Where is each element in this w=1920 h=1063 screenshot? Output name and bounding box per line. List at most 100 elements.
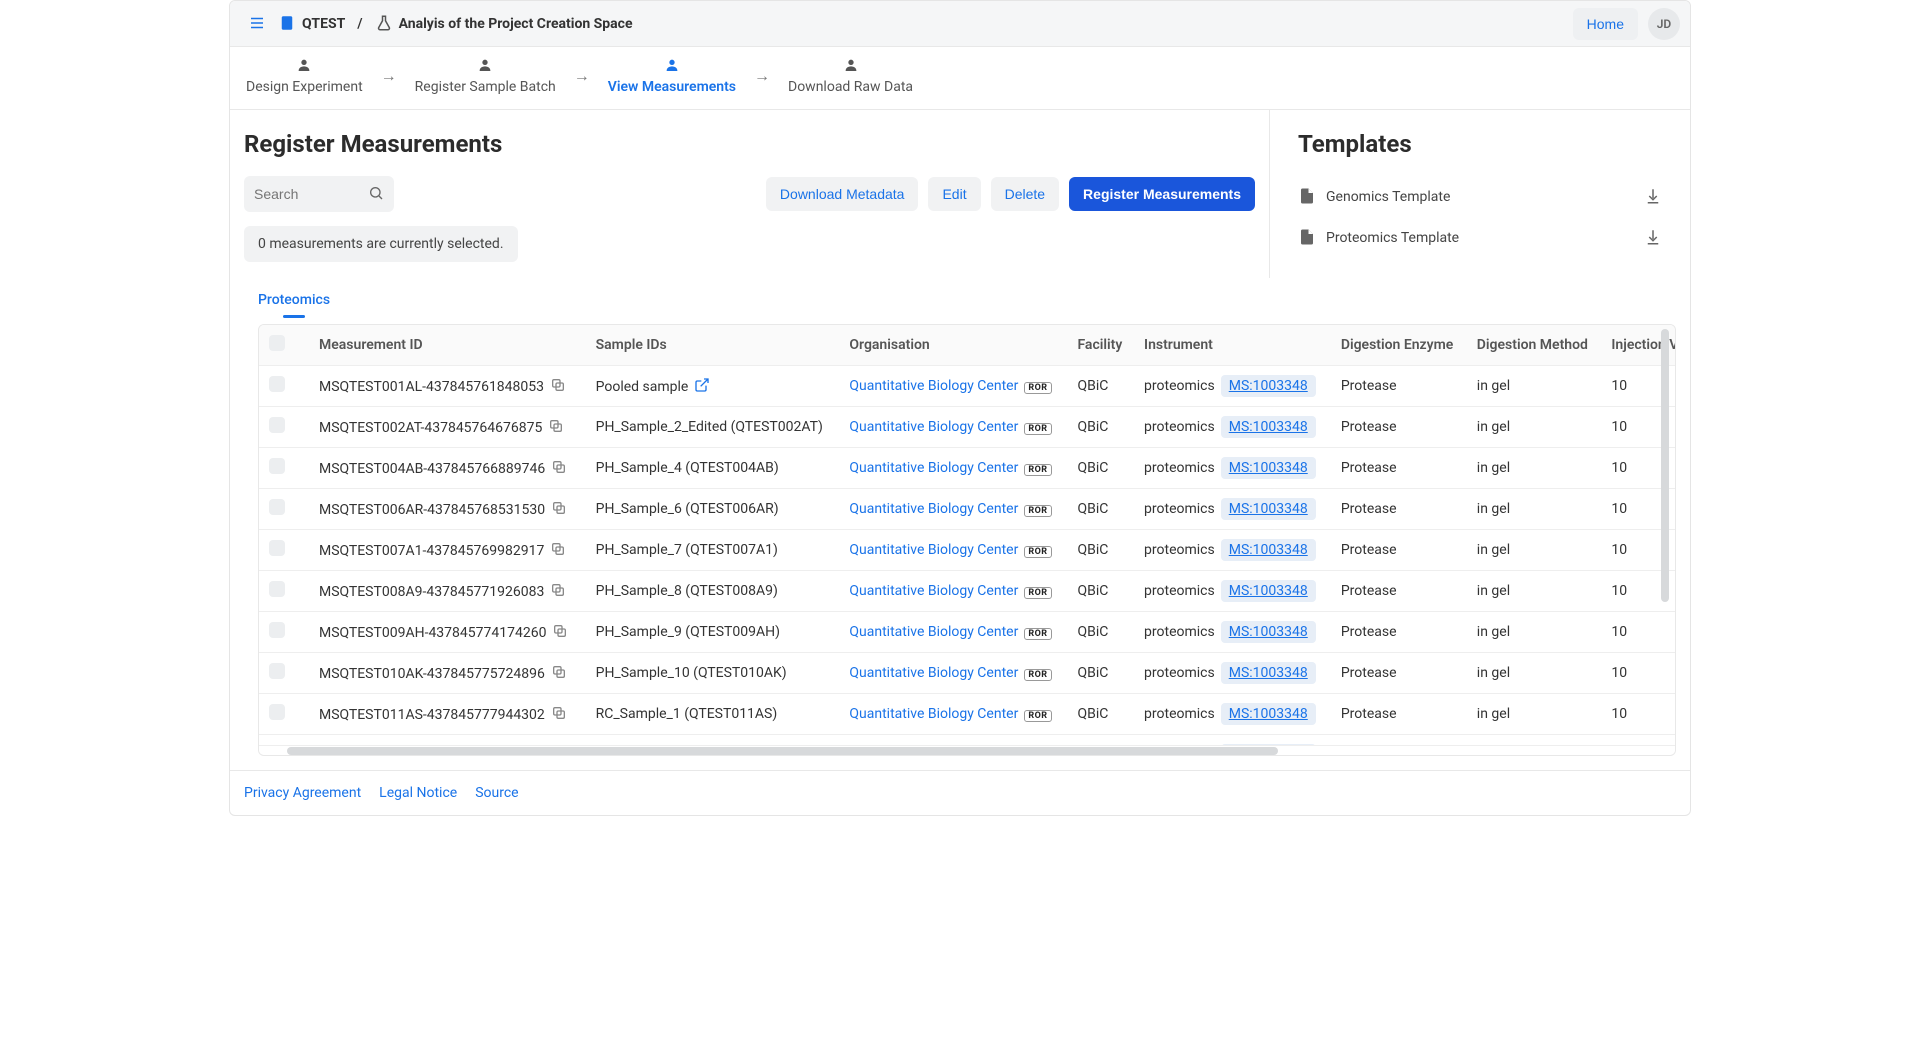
table-scroll[interactable]: Measurement IDSample IDsOrganisationFaci… <box>259 325 1675 745</box>
copy-icon[interactable] <box>551 502 567 518</box>
instrument-chip[interactable]: MS:1003348 <box>1221 375 1316 397</box>
organisation-link[interactable]: Quantitative Biology Center <box>849 706 1018 722</box>
footer-source-link[interactable]: Source <box>475 785 518 801</box>
organisation-link[interactable]: Quantitative Biology Center <box>849 378 1018 394</box>
row-checkbox[interactable] <box>269 417 285 433</box>
row-checkbox[interactable] <box>269 622 285 638</box>
instrument-chip[interactable]: MS:1003348 <box>1221 539 1316 561</box>
copy-icon[interactable] <box>548 420 564 436</box>
person-icon <box>477 57 493 75</box>
template-row: Proteomics Template <box>1298 217 1662 258</box>
column-digestion-enzyme[interactable]: Digestion Enzyme <box>1331 325 1467 366</box>
organisation-link[interactable]: Quantitative Biology Center <box>849 460 1018 476</box>
stepper: Design Experiment→Register Sample Batch→… <box>230 47 1690 110</box>
footer-legal-link[interactable]: Legal Notice <box>379 785 457 801</box>
row-checkbox[interactable] <box>269 499 285 515</box>
copy-icon[interactable] <box>550 543 566 559</box>
cell-digestion-enzyme: Protease <box>1331 653 1467 694</box>
download-icon[interactable] <box>1644 228 1662 247</box>
table-row: MSQTEST002AT-437845764676875PH_Sample_2_… <box>259 407 1675 448</box>
column-organisation[interactable]: Organisation <box>839 325 1067 366</box>
tab-proteomics[interactable]: Proteomics <box>258 292 330 318</box>
organisation-link[interactable]: Quantitative Biology Center <box>849 501 1018 517</box>
home-button[interactable]: Home <box>1573 8 1638 40</box>
ror-badge-icon: ROR <box>1024 628 1051 640</box>
external-link-icon[interactable] <box>694 379 710 395</box>
search-input[interactable] <box>254 186 368 202</box>
download-icon[interactable] <box>1644 187 1662 206</box>
breadcrumb-experiment[interactable]: Analyis of the Project Creation Space <box>399 16 633 32</box>
cell-digestion-method: in gel <box>1467 612 1602 653</box>
avatar[interactable]: JD <box>1648 8 1680 40</box>
cell-sample-ids: PH_Sample_8 (QTEST008A9) <box>586 571 840 612</box>
row-checkbox[interactable] <box>269 704 285 720</box>
ror-badge-icon: ROR <box>1024 382 1051 394</box>
copy-icon[interactable] <box>551 461 567 477</box>
ror-badge-icon: ROR <box>1024 464 1051 476</box>
table-wrap: Measurement IDSample IDsOrganisationFaci… <box>258 324 1676 756</box>
row-checkbox[interactable] <box>269 663 285 679</box>
step-design-experiment[interactable]: Design Experiment <box>246 57 363 95</box>
organisation-link[interactable]: Quantitative Biology Center <box>849 624 1018 640</box>
step-label: Download Raw Data <box>788 79 913 95</box>
cell-organisation: Quantitative Biology Center ROR <box>839 694 1067 735</box>
cell-digestion-method: in gel <box>1467 530 1602 571</box>
row-checkbox[interactable] <box>269 540 285 556</box>
column-checkbox <box>259 325 309 366</box>
instrument-chip[interactable]: MS:1003348 <box>1221 621 1316 643</box>
edit-button[interactable]: Edit <box>928 177 980 211</box>
file-icon <box>1298 227 1316 248</box>
cell-instrument: proteomicsMS:1003348 <box>1134 448 1331 489</box>
cell-instrument: proteomicsMS:1003348 <box>1134 530 1331 571</box>
column-measurement-id[interactable]: Measurement ID <box>309 325 586 366</box>
instrument-chip[interactable]: MS:1003348 <box>1221 457 1316 479</box>
template-label: Genomics Template <box>1326 189 1450 205</box>
register-measurements-button[interactable]: Register Measurements <box>1069 177 1255 211</box>
cell-facility: QBiC <box>1067 530 1134 571</box>
instrument-chip[interactable]: MS:1003348 <box>1221 498 1316 520</box>
cell-facility: QBiC <box>1067 571 1134 612</box>
table-horizontal-scrollbar[interactable] <box>259 745 1675 755</box>
breadcrumb-project[interactable]: QTEST <box>302 16 345 32</box>
organisation-link[interactable]: Quantitative Biology Center <box>849 542 1018 558</box>
table-vertical-scrollbar[interactable] <box>1661 329 1671 731</box>
copy-icon[interactable] <box>552 625 568 641</box>
cell-sample-ids: Pooled sample <box>586 366 840 407</box>
organisation-link[interactable]: Quantitative Biology Center <box>849 583 1018 599</box>
organisation-link[interactable]: Quantitative Biology Center <box>849 665 1018 681</box>
select-all-checkbox[interactable] <box>269 335 285 351</box>
cell-digestion-enzyme: Protease <box>1331 530 1467 571</box>
cell-measurement-id: MSQTEST002AT-437845764676875 <box>309 407 586 448</box>
download-metadata-button[interactable]: Download Metadata <box>766 177 919 211</box>
step-label: View Measurements <box>608 79 736 95</box>
step-register-sample-batch[interactable]: Register Sample Batch <box>415 57 556 95</box>
copy-icon[interactable] <box>551 666 567 682</box>
copy-icon[interactable] <box>550 379 566 395</box>
hamburger-icon[interactable] <box>240 8 274 39</box>
cell-organisation: Quantitative Biology Center ROR <box>839 366 1067 407</box>
step-view-measurements[interactable]: View Measurements <box>608 57 736 95</box>
copy-icon[interactable] <box>550 584 566 600</box>
footer-privacy-link[interactable]: Privacy Agreement <box>244 785 361 801</box>
copy-icon[interactable] <box>551 707 567 723</box>
cell-organisation: Quantitative Biology CenterROR <box>839 653 1067 694</box>
ror-badge-icon: ROR <box>1024 710 1051 722</box>
table-row: MSQTEST006AR-437845768531530PH_Sample_6 … <box>259 489 1675 530</box>
delete-button[interactable]: Delete <box>991 177 1059 211</box>
instrument-chip[interactable]: MS:1003348 <box>1221 580 1316 602</box>
organisation-link[interactable]: Quantitative Biology Center <box>849 419 1018 435</box>
instrument-chip[interactable]: MS:1003348 <box>1221 703 1316 725</box>
column-digestion-method[interactable]: Digestion Method <box>1467 325 1602 366</box>
row-checkbox[interactable] <box>269 581 285 597</box>
column-instrument[interactable]: Instrument <box>1134 325 1331 366</box>
cell-facility: QBiC <box>1067 366 1134 407</box>
instrument-chip[interactable]: MS:1003348 <box>1221 416 1316 438</box>
step-download-raw-data[interactable]: Download Raw Data <box>788 57 913 95</box>
column-facility[interactable]: Facility <box>1067 325 1134 366</box>
column-sample-ids[interactable]: Sample IDs <box>586 325 840 366</box>
file-icon <box>1298 186 1316 207</box>
cell-instrument: proteomicsMS:1003348 <box>1134 407 1331 448</box>
row-checkbox[interactable] <box>269 376 285 392</box>
instrument-chip[interactable]: MS:1003348 <box>1221 662 1316 684</box>
row-checkbox[interactable] <box>269 458 285 474</box>
